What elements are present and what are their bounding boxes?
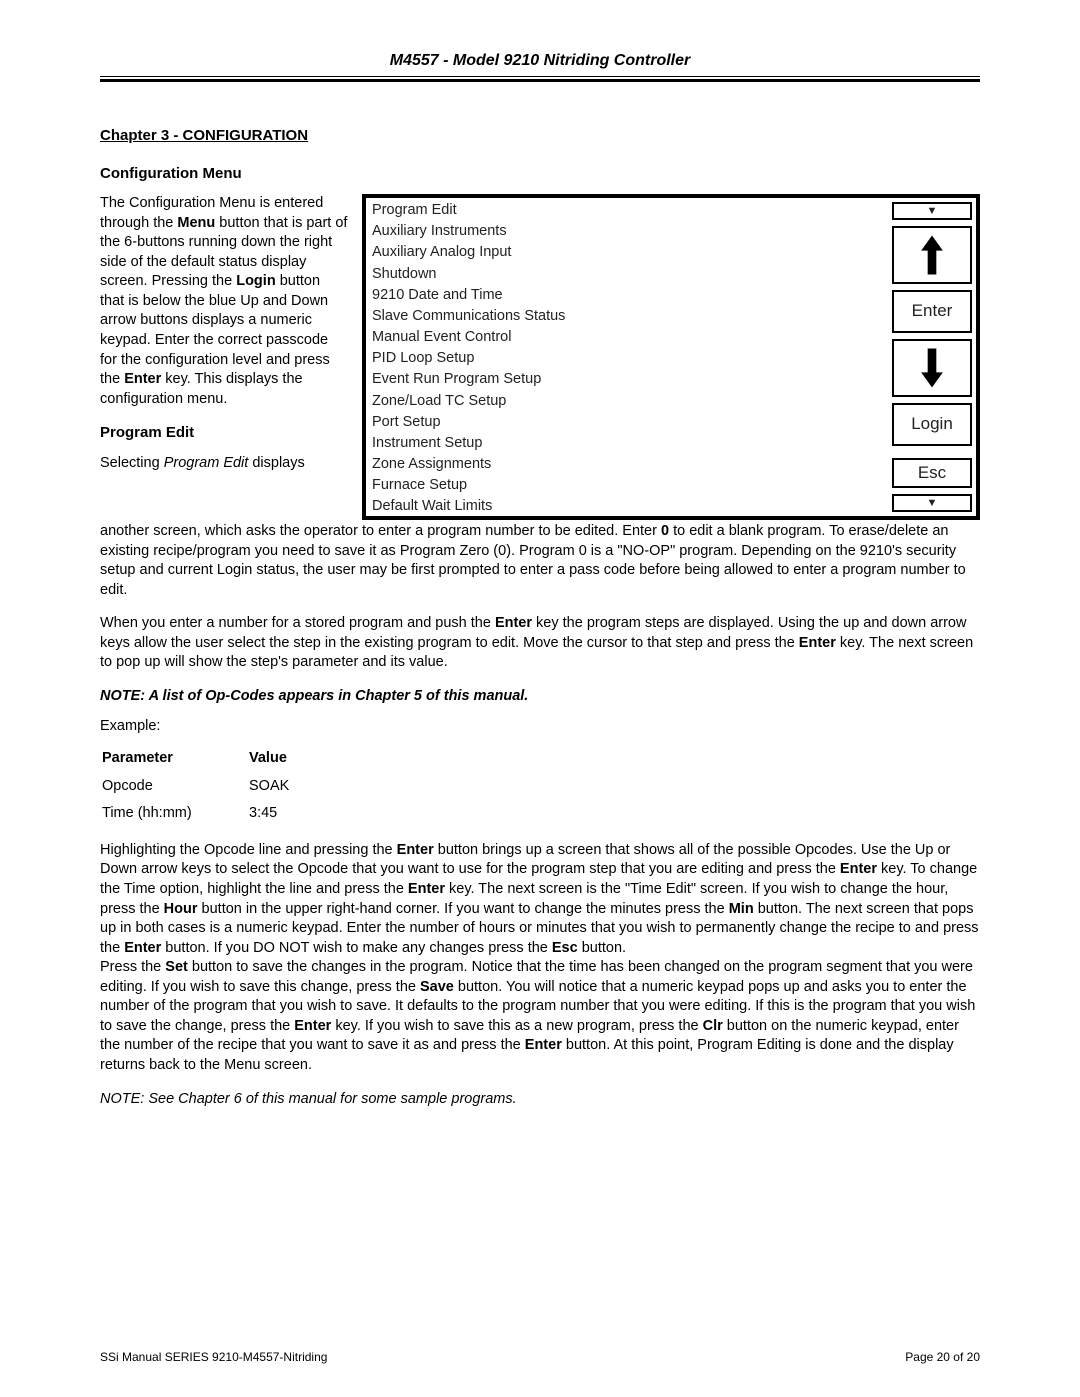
- pe-para1-cont: another screen, which asks the operator …: [100, 522, 980, 600]
- p3f: Enter: [408, 881, 445, 897]
- p4j: Enter: [525, 1037, 562, 1053]
- p3b: Enter: [397, 842, 434, 858]
- p3j: Min: [729, 901, 754, 917]
- p2d: Enter: [799, 635, 836, 651]
- scroll-up-icon[interactable]: ▼: [892, 202, 972, 220]
- cm-bold-menu: Menu: [177, 215, 215, 231]
- enter-button[interactable]: Enter: [892, 290, 972, 333]
- p4g: key. If you wish to save this as a new p…: [331, 1018, 702, 1034]
- p3a: Highlighting the Opcode line and pressin…: [100, 842, 397, 858]
- menu-item[interactable]: Port Setup: [372, 412, 882, 433]
- para4: Press the Set button to save the changes…: [100, 958, 980, 1075]
- config-menu-screenshot: Program Edit Auxiliary Instruments Auxil…: [362, 194, 980, 520]
- menu-item[interactable]: Slave Communications Status: [372, 306, 882, 327]
- menu-item[interactable]: Program Edit: [372, 200, 882, 221]
- rule-thin: [100, 76, 980, 77]
- esc-button[interactable]: Esc: [892, 458, 972, 488]
- menu-item[interactable]: Default Wait Limits: [372, 496, 882, 517]
- p3n: Esc: [552, 940, 578, 956]
- param-table: ParameterValue OpcodeSOAK Time (hh:mm)3:…: [100, 744, 291, 829]
- pe-para2: When you enter a number for a stored pro…: [100, 614, 980, 673]
- cm-bold-login: Login: [236, 273, 275, 289]
- p2b: Enter: [495, 615, 532, 631]
- arrow-up-icon: [919, 232, 945, 278]
- program-edit-heading: Program Edit: [100, 423, 348, 443]
- p4a: Press the: [100, 959, 165, 975]
- p3h: Hour: [164, 901, 198, 917]
- p4f: Enter: [294, 1018, 331, 1034]
- footer-right: Page 20 of 20: [905, 1349, 980, 1365]
- side-button-panel: ▼ Enter Login Esc ▼: [888, 198, 976, 516]
- th-value: Value: [249, 746, 289, 772]
- menu-item[interactable]: Instrument Setup: [372, 433, 882, 454]
- p3i: button in the upper right-hand corner. I…: [198, 901, 729, 917]
- p2a: When you enter a number for a stored pro…: [100, 615, 495, 631]
- menu-list: Program Edit Auxiliary Instruments Auxil…: [366, 198, 888, 516]
- menu-item[interactable]: Auxiliary Analog Input: [372, 242, 882, 263]
- p3d: Enter: [840, 861, 877, 877]
- arrow-down-icon: [919, 345, 945, 391]
- menu-item[interactable]: Zone/Load TC Setup: [372, 391, 882, 412]
- pe-sel-c-intro: displays: [248, 455, 304, 471]
- menu-item[interactable]: Zone Assignments: [372, 454, 882, 475]
- p4d: Save: [420, 979, 454, 995]
- p3l: Enter: [124, 940, 161, 956]
- th-param: Parameter: [102, 746, 247, 772]
- p4b: Set: [165, 959, 188, 975]
- td-opcode: Opcode: [102, 774, 247, 800]
- menu-item[interactable]: Furnace Setup: [372, 475, 882, 496]
- note-opcodes: NOTE: A list of Op-Codes appears in Chap…: [100, 687, 980, 707]
- arrow-down-button[interactable]: [892, 339, 972, 397]
- pe-d: 0: [661, 523, 669, 539]
- login-button[interactable]: Login: [892, 403, 972, 446]
- scroll-down-icon[interactable]: ▼: [892, 494, 972, 512]
- footer: SSi Manual SERIES 9210-M4557-Nitriding P…: [100, 1349, 980, 1365]
- td-time: Time (hh:mm): [102, 801, 247, 827]
- menu-item[interactable]: Shutdown: [372, 264, 882, 285]
- chapter-title: Chapter 3 - CONFIGURATION: [100, 126, 980, 146]
- td-345: 3:45: [249, 801, 289, 827]
- config-menu-text: The Configuration Menu is entered throug…: [100, 194, 348, 473]
- menu-item[interactable]: Event Run Program Setup: [372, 369, 882, 390]
- footer-left: SSi Manual SERIES 9210-M4557-Nitriding: [100, 1349, 327, 1365]
- menu-item[interactable]: Manual Event Control: [372, 327, 882, 348]
- pe-sel-a: Selecting: [100, 455, 164, 471]
- config-menu-heading: Configuration Menu: [100, 164, 980, 184]
- menu-item[interactable]: PID Loop Setup: [372, 348, 882, 369]
- menu-item[interactable]: 9210 Date and Time: [372, 285, 882, 306]
- td-soak: SOAK: [249, 774, 289, 800]
- para3: Highlighting the Opcode line and pressin…: [100, 841, 980, 958]
- cm-bold-enter: Enter: [124, 371, 161, 387]
- arrow-up-button[interactable]: [892, 226, 972, 284]
- rule-thick: [100, 79, 980, 82]
- menu-item[interactable]: Auxiliary Instruments: [372, 221, 882, 242]
- pe-c: another screen, which asks the operator …: [100, 523, 661, 539]
- example-label: Example:: [100, 717, 980, 737]
- p4h: Clr: [703, 1018, 723, 1034]
- doc-title: M4557 - Model 9210 Nitriding Controller: [100, 50, 980, 72]
- p3o: button.: [578, 940, 626, 956]
- p3m: button. If you DO NOT wish to make any c…: [161, 940, 552, 956]
- note2: NOTE: See Chapter 6 of this manual for s…: [100, 1090, 980, 1110]
- pe-sel-b: Program Edit: [164, 455, 249, 471]
